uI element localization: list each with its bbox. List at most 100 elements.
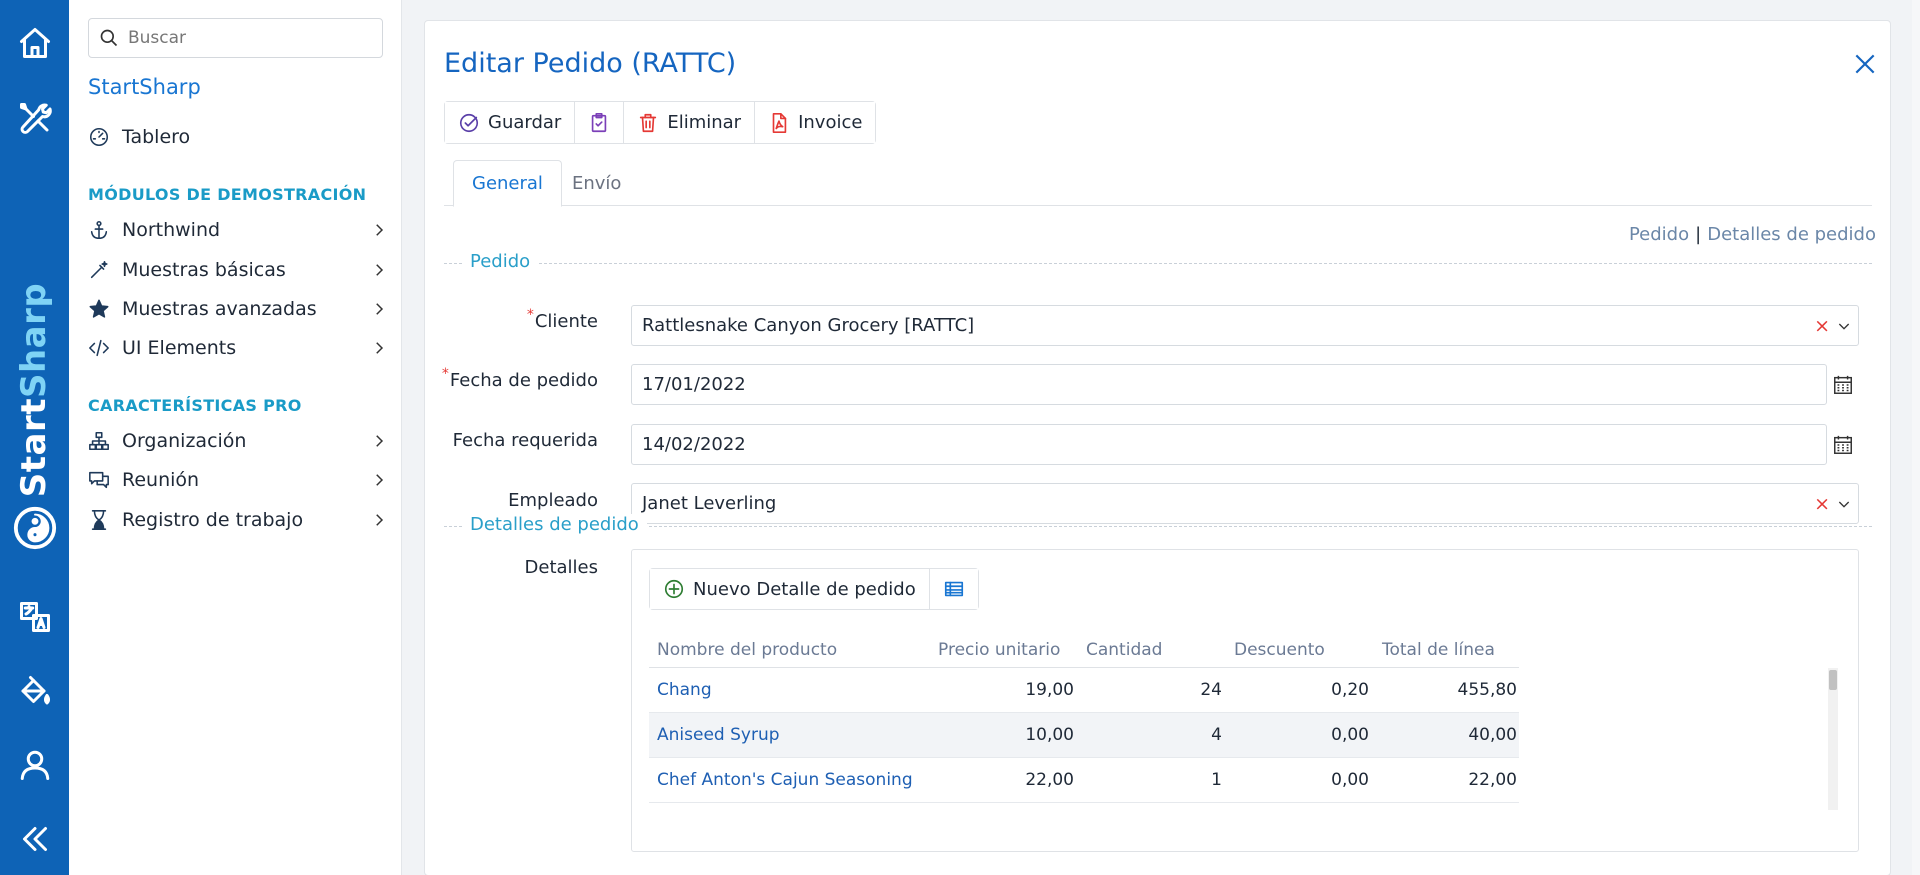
dialog-toolbar: Guardar Eliminar Invoice [444, 101, 877, 144]
column-header-unit-price[interactable]: Precio unitario [938, 640, 1060, 660]
org-chart-icon [88, 430, 110, 452]
calendar-icon[interactable] [1832, 374, 1854, 396]
invoice-button[interactable]: Invoice [755, 102, 876, 143]
home-icon[interactable] [0, 18, 69, 68]
sidebar-item-advanced-samples[interactable]: Muestras avanzadas [88, 291, 388, 327]
sidebar-item-ui-elements[interactable]: UI Elements [88, 330, 388, 366]
column-header-discount[interactable]: Descuento [1234, 640, 1325, 660]
chevron-right-icon [370, 300, 388, 318]
search-icon [100, 29, 118, 47]
paint-bucket-icon[interactable] [0, 666, 69, 716]
chat-icon [88, 469, 110, 491]
new-detail-button[interactable]: Nuevo Detalle de pedido [650, 569, 930, 609]
sidebar-item-label: UI Elements [122, 337, 237, 359]
sidebar-item-label: Tablero [122, 126, 191, 148]
dialog-title: Editar Pedido (RATTC) [444, 48, 737, 79]
edit-order-dialog: Editar Pedido (RATTC) Guardar Eliminar I… [424, 20, 1891, 875]
hourglass-icon [88, 509, 110, 531]
fecha-pedido-input[interactable]: 17/01/2022 [631, 364, 1827, 405]
sidebar-item-label: Organización [122, 430, 247, 452]
search-input[interactable] [128, 28, 368, 48]
details-editor: Nuevo Detalle de pedido Nombre del produ… [631, 549, 1859, 852]
sidebar-item-basic-samples[interactable]: Muestras básicas [88, 252, 388, 288]
fecha-requerida-input[interactable]: 14/02/2022 [631, 424, 1827, 465]
product-link[interactable]: Aniseed Syrup [657, 725, 780, 745]
link-pedido[interactable]: Pedido [1629, 224, 1689, 245]
dialog-tabs: General Envío [444, 160, 1872, 207]
clipboard-check-icon [592, 112, 607, 132]
required-marker: * [526, 307, 534, 323]
discount-cell: 0,00 [1331, 770, 1369, 790]
chevron-right-icon [370, 339, 388, 357]
discount-cell: 0,20 [1331, 680, 1369, 700]
total-cell: 455,80 [1457, 680, 1517, 700]
anchor-icon [88, 219, 110, 241]
product-link[interactable]: Chef Anton's Cajun Seasoning [657, 770, 913, 790]
calendar-icon[interactable] [1832, 434, 1854, 456]
delete-button[interactable]: Eliminar [624, 102, 756, 143]
grid-body: Chang 19,00 24 0,20 455,80 Aniseed Syrup… [649, 668, 1519, 803]
sidebar-item-meeting[interactable]: Reunión [88, 462, 388, 498]
brand-logo-icon [13, 506, 57, 550]
close-icon[interactable] [1852, 51, 1878, 77]
qty-cell: 1 [1211, 770, 1222, 790]
trash-icon [640, 113, 657, 132]
table-icon [944, 581, 963, 597]
collapse-icon[interactable] [0, 814, 69, 864]
sidebar-item-organization[interactable]: Organización [88, 423, 388, 459]
column-header-line-total[interactable]: Total de línea [1382, 640, 1495, 660]
pdf-file-icon [772, 112, 787, 133]
fieldset-title: Detalles de pedido [462, 514, 647, 535]
cliente-select[interactable]: Rattlesnake Canyon Grocery [RATTC] × [631, 305, 1859, 346]
link-detalles[interactable]: Detalles de pedido [1707, 224, 1876, 245]
sidebar-item-label: Muestras básicas [122, 259, 286, 281]
star-icon [88, 298, 110, 320]
add-circle-icon [664, 579, 684, 599]
section-links: Pedido | Detalles de pedido [1629, 224, 1876, 245]
column-picker-button[interactable] [929, 569, 978, 609]
chevron-right-icon [370, 471, 388, 489]
user-icon[interactable] [0, 740, 69, 790]
grid-scrollbar[interactable] [1828, 668, 1838, 810]
chevron-down-icon[interactable] [1836, 318, 1852, 334]
product-link[interactable]: Chang [657, 680, 712, 700]
save-button[interactable]: Guardar [445, 102, 576, 143]
apply-changes-button[interactable] [575, 102, 625, 143]
sidebar: StartSharp Tablero MÓDULOS DE DEMOSTRACI… [69, 0, 402, 875]
sidebar-item-dashboard[interactable]: Tablero [88, 119, 388, 155]
sidebar-item-work-log[interactable]: Registro de trabajo [88, 502, 388, 538]
cliente-label: *Cliente [526, 307, 598, 332]
section-pro-features: CARACTERÍSTICAS PRO [88, 396, 302, 415]
fieldset-title: Pedido [462, 251, 539, 272]
search-box[interactable] [88, 18, 383, 58]
empleado-label: Empleado [508, 490, 598, 511]
code-icon [88, 337, 110, 359]
clear-icon[interactable]: × [1814, 493, 1830, 515]
tab-shipping[interactable]: Envío [554, 160, 639, 206]
details-toolbar: Nuevo Detalle de pedido [649, 568, 979, 610]
page-scrollbar[interactable] [1912, 0, 1920, 875]
chevron-right-icon [370, 221, 388, 239]
sidebar-item-label: Northwind [122, 219, 221, 241]
fieldset-detalles: Detalles de pedido [444, 514, 1872, 538]
table-row[interactable]: Chang 19,00 24 0,20 455,80 [649, 668, 1519, 713]
tools-icon[interactable] [0, 93, 69, 143]
sidebar-item-northwind[interactable]: Northwind [88, 212, 388, 248]
total-cell: 22,00 [1468, 770, 1517, 790]
sidebar-title[interactable]: StartSharp [88, 75, 201, 99]
brand-wordmark: StartSharp [14, 282, 54, 498]
clear-icon[interactable]: × [1814, 315, 1830, 337]
tab-general[interactable]: General [453, 160, 562, 207]
table-row[interactable]: Aniseed Syrup 10,00 4 0,00 40,00 [649, 713, 1519, 758]
chevron-down-icon[interactable] [1836, 496, 1852, 512]
icon-rail: StartSharp [0, 0, 69, 875]
table-row[interactable]: Chef Anton's Cajun Seasoning 22,00 1 0,0… [649, 758, 1519, 803]
scrollbar-thumb[interactable] [1829, 670, 1837, 690]
magic-wand-icon [88, 259, 110, 281]
total-cell: 40,00 [1468, 725, 1517, 745]
sidebar-item-label: Reunión [122, 469, 200, 491]
translate-icon[interactable] [0, 592, 69, 642]
column-header-product[interactable]: Nombre del producto [657, 640, 837, 660]
fecha-pedido-label: *Fecha de pedido [441, 366, 598, 391]
column-header-quantity[interactable]: Cantidad [1086, 640, 1162, 660]
